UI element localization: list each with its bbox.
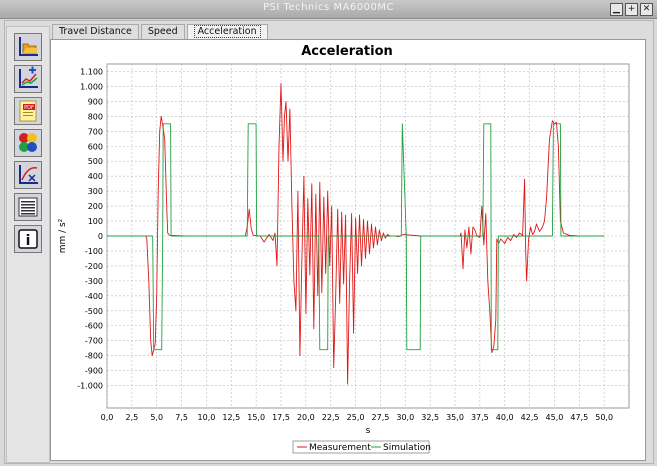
chart-legend: Measurement Simulation [292, 440, 431, 454]
y-tick-label: 800 [88, 112, 103, 121]
x-tick-label: 40,0 [496, 413, 514, 422]
x-tick-label: 7,5 [175, 413, 188, 422]
graph-x-icon [19, 165, 38, 184]
tab-bar: Travel Distance Speed Acceleration [52, 24, 270, 39]
info-icon: i [18, 229, 38, 249]
x-tick-label: 25,0 [347, 413, 365, 422]
info-button[interactable]: i [14, 225, 42, 253]
y-tick-label: 300 [88, 187, 103, 196]
x-tick-label: 0,0 [101, 413, 114, 422]
x-tick-label: 12,5 [222, 413, 240, 422]
window-title: PSI Technics MA6000MC [263, 2, 394, 13]
y-tick-label: 1.100 [80, 67, 103, 76]
x-tick-label: 45,0 [546, 413, 564, 422]
open-folder-button[interactable] [14, 33, 42, 61]
list-button[interactable] [14, 193, 42, 221]
y-tick-label: -300 [85, 277, 103, 286]
x-tick-label: 22,5 [322, 413, 340, 422]
x-tick-label: 5,0 [150, 413, 163, 422]
x-tick-label: 32,5 [421, 413, 439, 422]
x-tick-label: 27,5 [372, 413, 390, 422]
y-tick-label: -700 [85, 337, 103, 346]
x-tick-label: 20,0 [297, 413, 315, 422]
graph-x-button[interactable] [14, 161, 42, 189]
y-tick-label: -800 [85, 352, 103, 361]
x-tick-label: 50,0 [595, 413, 613, 422]
x-tick-label: 42,5 [521, 413, 539, 422]
y-tick-label: -900 [85, 367, 103, 376]
x-tick-label: 2,5 [125, 413, 138, 422]
x-tick-label: 15,0 [247, 413, 265, 422]
close-icon[interactable]: ✕ [640, 3, 653, 16]
y-tick-label: 500 [88, 157, 103, 166]
x-tick-label: 37,5 [471, 413, 489, 422]
x-tick-label: 47,5 [570, 413, 588, 422]
chart-title: Acceleration [301, 44, 393, 59]
folder-open-icon [19, 37, 38, 56]
y-tick-label: -600 [85, 322, 103, 331]
x-tick-label: 17,5 [272, 413, 290, 422]
y-tick-label: -500 [85, 307, 103, 316]
legend-label-measurement: Measurement [309, 443, 371, 453]
x-tick-label: 30,0 [396, 413, 414, 422]
y-axis-ticks: 1.100 1.000 900 800 700 600 500 400 300 200 100 0 -1… [77, 67, 103, 390]
acceleration-chart: Acceleration 1.100 1.000 900 800 700 600 500 40… [58, 44, 630, 454]
y-tick-label: 100 [88, 217, 103, 226]
title-bar: PSI Technics MA6000MC ▁ + ✕ [0, 0, 657, 19]
y-axis-label: mm / s² [58, 218, 68, 253]
chart-panel: Acceleration 1.100 1.000 900 800 700 600 500 40… [50, 39, 646, 461]
y-tick-label: -1.000 [77, 382, 103, 391]
side-toolbar: PDF i [6, 26, 50, 463]
info-icon-label: i [26, 233, 31, 249]
y-tick-label: 700 [88, 127, 103, 136]
export-pdf-button[interactable]: PDF [14, 97, 42, 125]
y-tick-label: -100 [85, 247, 103, 256]
pdf-icon-label: PDF [24, 105, 34, 111]
maximize-icon[interactable]: + [625, 3, 638, 16]
x-axis-label: s [366, 426, 371, 436]
minimize-icon[interactable]: ▁ [610, 3, 623, 16]
x-tick-label: 10,0 [198, 413, 216, 422]
chart-add-icon [19, 66, 38, 88]
y-tick-label: 0 [98, 232, 103, 241]
y-tick-label: 900 [88, 97, 103, 106]
y-tick-label: 1.000 [80, 82, 103, 91]
tab-travel-distance[interactable]: Travel Distance [52, 24, 139, 39]
signals-button[interactable] [14, 129, 42, 157]
list-icon [18, 197, 38, 217]
tab-acceleration[interactable]: Acceleration [186, 24, 268, 39]
y-tick-label: -200 [85, 262, 103, 271]
traffic-light-icon [19, 133, 37, 152]
y-tick-label: 400 [88, 172, 103, 181]
y-tick-label: 200 [88, 202, 103, 211]
legend-label-simulation: Simulation [383, 443, 431, 453]
y-tick-label: 600 [88, 142, 103, 151]
pdf-icon: PDF [19, 100, 37, 122]
x-tick-label: 35,0 [446, 413, 464, 422]
y-tick-label: -400 [85, 292, 103, 301]
tab-acceleration-label: Acceleration [193, 25, 261, 38]
x-axis-ticks: 0,0 2,5 5,0 7,5 10,0 12,5 15,0 17,5 20,0 22,5 25,0… [101, 413, 613, 422]
add-chart-button[interactable] [14, 65, 42, 93]
tab-speed[interactable]: Speed [140, 24, 185, 39]
